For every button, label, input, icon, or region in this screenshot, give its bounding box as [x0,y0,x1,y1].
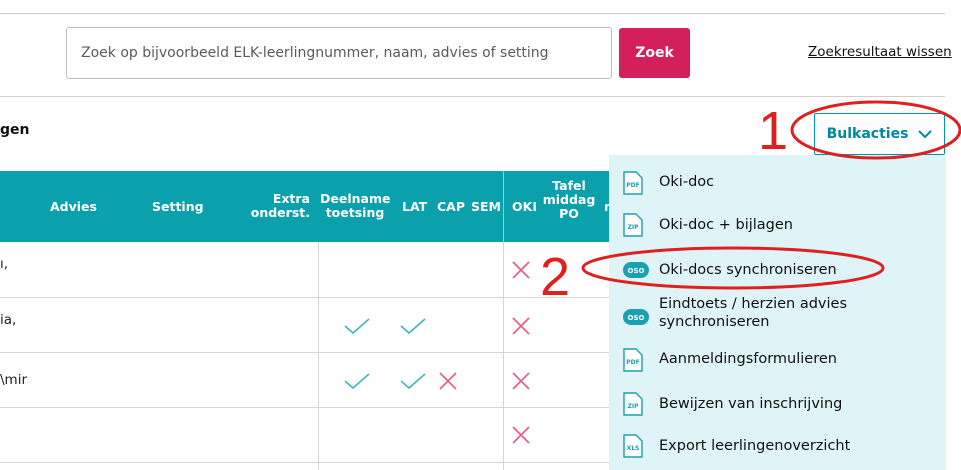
bulk-actions-menu: PDF Oki-doc ZIP Oki-doc + bijlagen OSO O… [609,155,946,470]
zip-icon: ZIP [623,213,643,237]
svg-text:ZIP: ZIP [628,403,640,410]
menu-label: Oki-doc + bijlagen [659,217,793,233]
col-deelname-line2: toetsing [325,205,385,220]
svg-text:OSO: OSO [628,267,645,275]
row-divider [0,462,610,463]
col-tafel-line2: middag [542,192,596,207]
cross-icon [512,317,530,335]
student-name: \mir [0,372,27,388]
col-advies[interactable]: Advies [50,200,97,214]
svg-text:PDF: PDF [626,182,639,189]
col-oki[interactable]: OKI [512,200,537,214]
annotation-number-2: 2 [540,247,571,307]
col-tafel[interactable]: Tafel middag PO [541,179,597,221]
student-name: ia, [0,312,17,328]
cross-icon [512,261,530,279]
row-divider [0,297,610,298]
cross-icon [439,372,457,390]
col-tafel-line1: Tafel [552,178,586,193]
menu-label-line2: synchroniseren [659,314,770,330]
search-input[interactable] [66,27,612,79]
oso-icon: OSO [623,309,649,325]
menu-label: Export leerlingenoverzicht [659,438,851,454]
oso-icon: OSO [623,262,649,278]
col-tafel-line3: PO [559,206,579,221]
cross-icon [512,372,530,390]
zip-icon: ZIP [623,392,643,416]
menu-label: Oki-docs synchroniseren [659,262,837,278]
menu-label: Bewijzen van inschrijving [659,396,843,412]
pdf-icon: PDF [623,171,643,195]
svg-text:ZIP: ZIP [628,224,640,231]
bulk-actions-button[interactable]: Bulkacties [814,113,945,155]
table-header: Advies Setting Extra onderst. Deelname t… [0,171,610,242]
col-extra-line1: Extra [272,191,310,206]
menu-item-oki-docs-sync[interactable]: OSO Oki-docs synchroniseren [609,250,946,290]
search-divider [0,96,945,97]
svg-text:OSO: OSO [628,314,645,322]
xls-icon: XLS [623,434,643,458]
svg-text:PDF: PDF [626,359,639,366]
col-deelname[interactable]: Deelname toetsing [320,192,390,220]
col-lat[interactable]: LAT [402,200,427,214]
menu-item-aanmeldingsformulieren[interactable]: PDF Aanmeldingsformulieren [609,341,946,381]
col-setting[interactable]: Setting [152,200,204,214]
top-divider [0,13,945,14]
check-icon [400,373,426,390]
menu-label: Eindtoets / herzien advies synchronisere… [659,295,847,331]
svg-text:XLS: XLS [627,445,640,452]
col-cap[interactable]: CAP [437,200,465,214]
search-button[interactable]: Zoek [619,28,690,78]
menu-item-export-overzicht[interactable]: XLS Export leerlingenoverzicht [609,427,946,467]
check-icon [344,318,370,335]
header-divider [503,171,504,242]
col-sem[interactable]: SEM [471,200,501,214]
cross-icon [512,426,530,444]
row-divider [0,352,610,353]
student-name: ı, [0,256,9,272]
menu-item-bewijzen-inschrijving[interactable]: ZIP Bewijzen van inschrijving [609,385,946,425]
pdf-icon: PDF [623,348,643,372]
menu-item-oki-doc[interactable]: PDF Oki-doc [609,162,946,202]
menu-item-oki-doc-bijlagen[interactable]: ZIP Oki-doc + bijlagen [609,205,946,245]
section-title: gen [0,122,30,138]
check-icon [400,318,426,335]
col-extra-line2: onderst. [250,205,310,220]
bulk-actions-label: Bulkacties [826,126,909,142]
col-separator [503,242,504,470]
check-icon [344,373,370,390]
menu-label: Aanmeldingsformulieren [659,351,837,367]
col-extra[interactable]: Extra onderst. [250,192,310,220]
chevron-down-icon [918,130,933,139]
col-separator [318,242,319,470]
col-deelname-line1: Deelname [320,191,391,206]
row-divider [0,407,610,408]
menu-label: Oki-doc [659,174,715,190]
annotation-number-1: 1 [758,101,789,161]
menu-label-line1: Eindtoets / herzien advies [659,296,848,312]
clear-search-link[interactable]: Zoekresultaat wissen [808,44,952,60]
menu-item-eindtoets-sync[interactable]: OSO Eindtoets / herzien advies synchroni… [609,293,946,341]
